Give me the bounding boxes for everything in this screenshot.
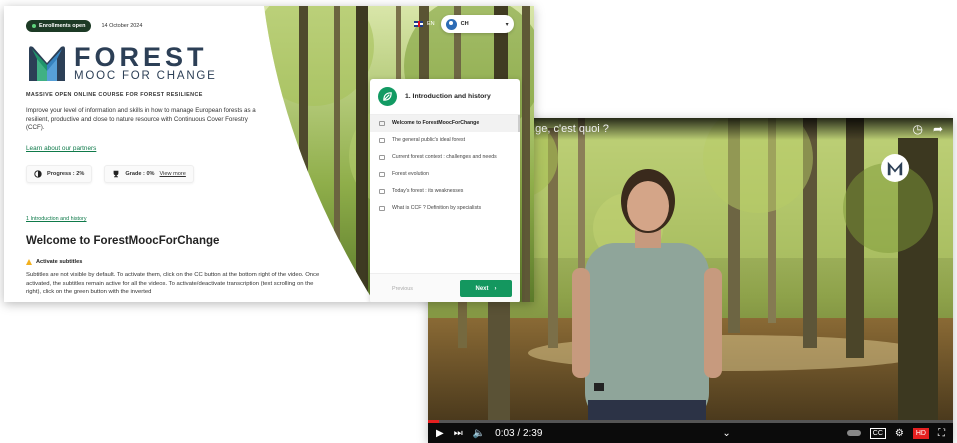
- module-panel: 1. Introduction and history Welcome to F…: [370, 79, 520, 302]
- course-date: 14 October 2024: [101, 23, 143, 29]
- video-controls: ▶ ⏭ 🔈 0:03 / 2:39 ⌄ CC ⚙ HD ⛶: [428, 423, 953, 443]
- header-controls: EN CH ▾: [414, 15, 514, 33]
- enrollment-status-label: Enrollments open: [39, 23, 86, 29]
- lesson-label: What is CCF ? Definition by specialists: [392, 205, 482, 211]
- enrollment-status-badge: Enrollments open: [26, 20, 92, 32]
- video-title: ...ge, c'est quoi ?: [526, 123, 609, 135]
- subtitles-heading-label: Activate subtitles: [36, 259, 83, 266]
- screenshot-stage: ...ge, c'est quoi ? ◷ ➦ ▶ ⏭ 🔈 0:03 / 2:3…: [0, 0, 957, 443]
- view-more-link[interactable]: View more: [160, 171, 186, 177]
- course-intro: Improve your level of information and sk…: [26, 107, 256, 132]
- channel-logo-icon[interactable]: [881, 154, 909, 182]
- chevron-down-icon: ▾: [505, 21, 509, 28]
- lesson-item[interactable]: Today's forest : its weaknesses: [370, 183, 520, 200]
- video-lesson-icon: [379, 121, 385, 126]
- video-lesson-icon: [379, 138, 385, 143]
- video-time: 0:03 / 2:39: [495, 427, 543, 439]
- page-title: Welcome to ForestMoocForChange: [26, 235, 220, 248]
- module-leaf-icon: [378, 87, 397, 106]
- lesson-label: The general public's ideal forest: [392, 137, 466, 143]
- breadcrumb[interactable]: 1 Introduction and history: [26, 216, 87, 222]
- next-button-label: Next: [475, 285, 489, 292]
- autoplay-toggle[interactable]: [846, 430, 861, 436]
- video-lesson-icon: [379, 155, 385, 160]
- logo-subtitle: MOOC FOR CHANGE: [74, 69, 217, 82]
- lesson-list: Welcome to ForestMoocForChange The gener…: [370, 115, 520, 217]
- lesson-item[interactable]: Current forest context : challenges and …: [370, 149, 520, 166]
- uk-flag-icon[interactable]: [414, 21, 423, 27]
- avatar: [445, 18, 457, 30]
- logo-wordmark: FOREST: [74, 41, 208, 72]
- grade-stat: Grade : 0% View more: [104, 165, 194, 184]
- grade-label: Grade : 0%: [125, 171, 155, 178]
- subtitles-heading: Activate subtitles: [26, 259, 354, 266]
- module-title: 1. Introduction and history: [405, 93, 491, 100]
- previous-button[interactable]: Previous: [392, 286, 413, 292]
- course-info: Enrollments open 14 October 2024 FOREST …: [4, 6, 354, 302]
- share-icon[interactable]: ➦: [933, 122, 943, 136]
- trophy-icon: [113, 170, 119, 178]
- status-dot-icon: [32, 24, 36, 28]
- course-page: Enrollments open 14 October 2024 FOREST …: [4, 6, 534, 302]
- lesson-item[interactable]: The general public's ideal forest: [370, 132, 520, 149]
- lesson-label: Today's forest : its weaknesses: [392, 188, 464, 194]
- progress-stat: Progress : 2%: [26, 165, 93, 184]
- video-lesson-icon: [379, 206, 385, 211]
- warning-icon: [26, 259, 32, 266]
- language-selector[interactable]: EN: [427, 21, 435, 27]
- lesson-label: Welcome to ForestMoocForChange: [392, 120, 480, 126]
- play-icon[interactable]: ▶: [436, 428, 444, 439]
- lesson-item[interactable]: Welcome to ForestMoocForChange: [370, 115, 520, 132]
- lesson-item[interactable]: Forest evolution: [370, 166, 520, 183]
- course-logo: FOREST MOOC FOR CHANGE: [26, 43, 354, 83]
- clock-icon[interactable]: ◷: [912, 122, 922, 136]
- lesson-label: Forest evolution: [392, 171, 429, 177]
- forest-m-logo-icon: [29, 46, 65, 81]
- user-name: CH: [460, 21, 469, 27]
- course-tagline: MASSIVE OPEN ONLINE COURSE FOR FOREST RE…: [26, 92, 203, 98]
- video-lesson-icon: [379, 189, 385, 194]
- subtitles-instructions: Subtitles are not visible by default. To…: [26, 272, 320, 295]
- video-lesson-icon: [379, 172, 385, 177]
- chevron-down-icon[interactable]: ⌄: [722, 428, 730, 439]
- settings-icon[interactable]: ⚙: [895, 428, 904, 439]
- pie-chart-icon: [34, 170, 42, 178]
- chevron-right-icon: ›: [494, 285, 497, 292]
- next-button[interactable]: Next ›: [460, 280, 512, 297]
- youtube-button[interactable]: HD: [912, 427, 929, 439]
- subtitles-button[interactable]: CC: [869, 427, 886, 439]
- fullscreen-icon[interactable]: ⛶: [938, 428, 945, 439]
- next-video-icon[interactable]: ⏭: [454, 428, 463, 439]
- lesson-item[interactable]: What is CCF ? Definition by specialists: [370, 200, 520, 217]
- partners-link[interactable]: Learn about our partners: [26, 145, 96, 152]
- progress-label: Progress : 2%: [47, 171, 85, 178]
- lesson-label: Current forest context : challenges and …: [392, 154, 497, 160]
- panel-navigation: Previous Next ›: [370, 273, 520, 302]
- volume-icon[interactable]: 🔈: [473, 428, 485, 439]
- user-menu[interactable]: CH ▾: [440, 15, 514, 33]
